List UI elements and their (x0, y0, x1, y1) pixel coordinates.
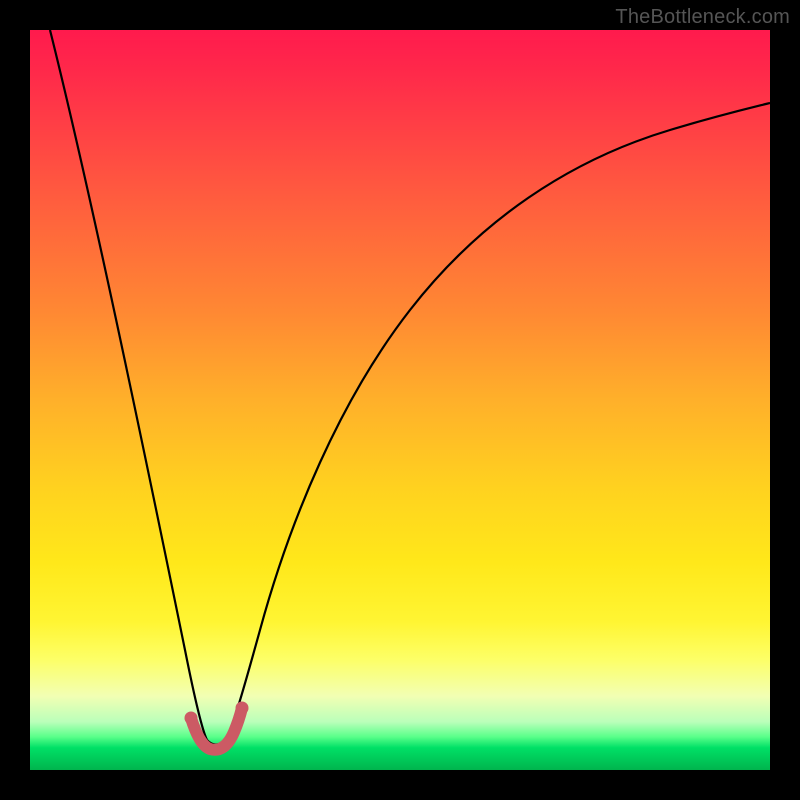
highlight-dot-left (185, 712, 198, 725)
highlight-dot-right (236, 702, 249, 715)
watermark: TheBottleneck.com (615, 6, 790, 29)
plot-area (30, 30, 770, 770)
bottleneck-svg (30, 30, 770, 770)
bottleneck-curve (50, 30, 770, 745)
